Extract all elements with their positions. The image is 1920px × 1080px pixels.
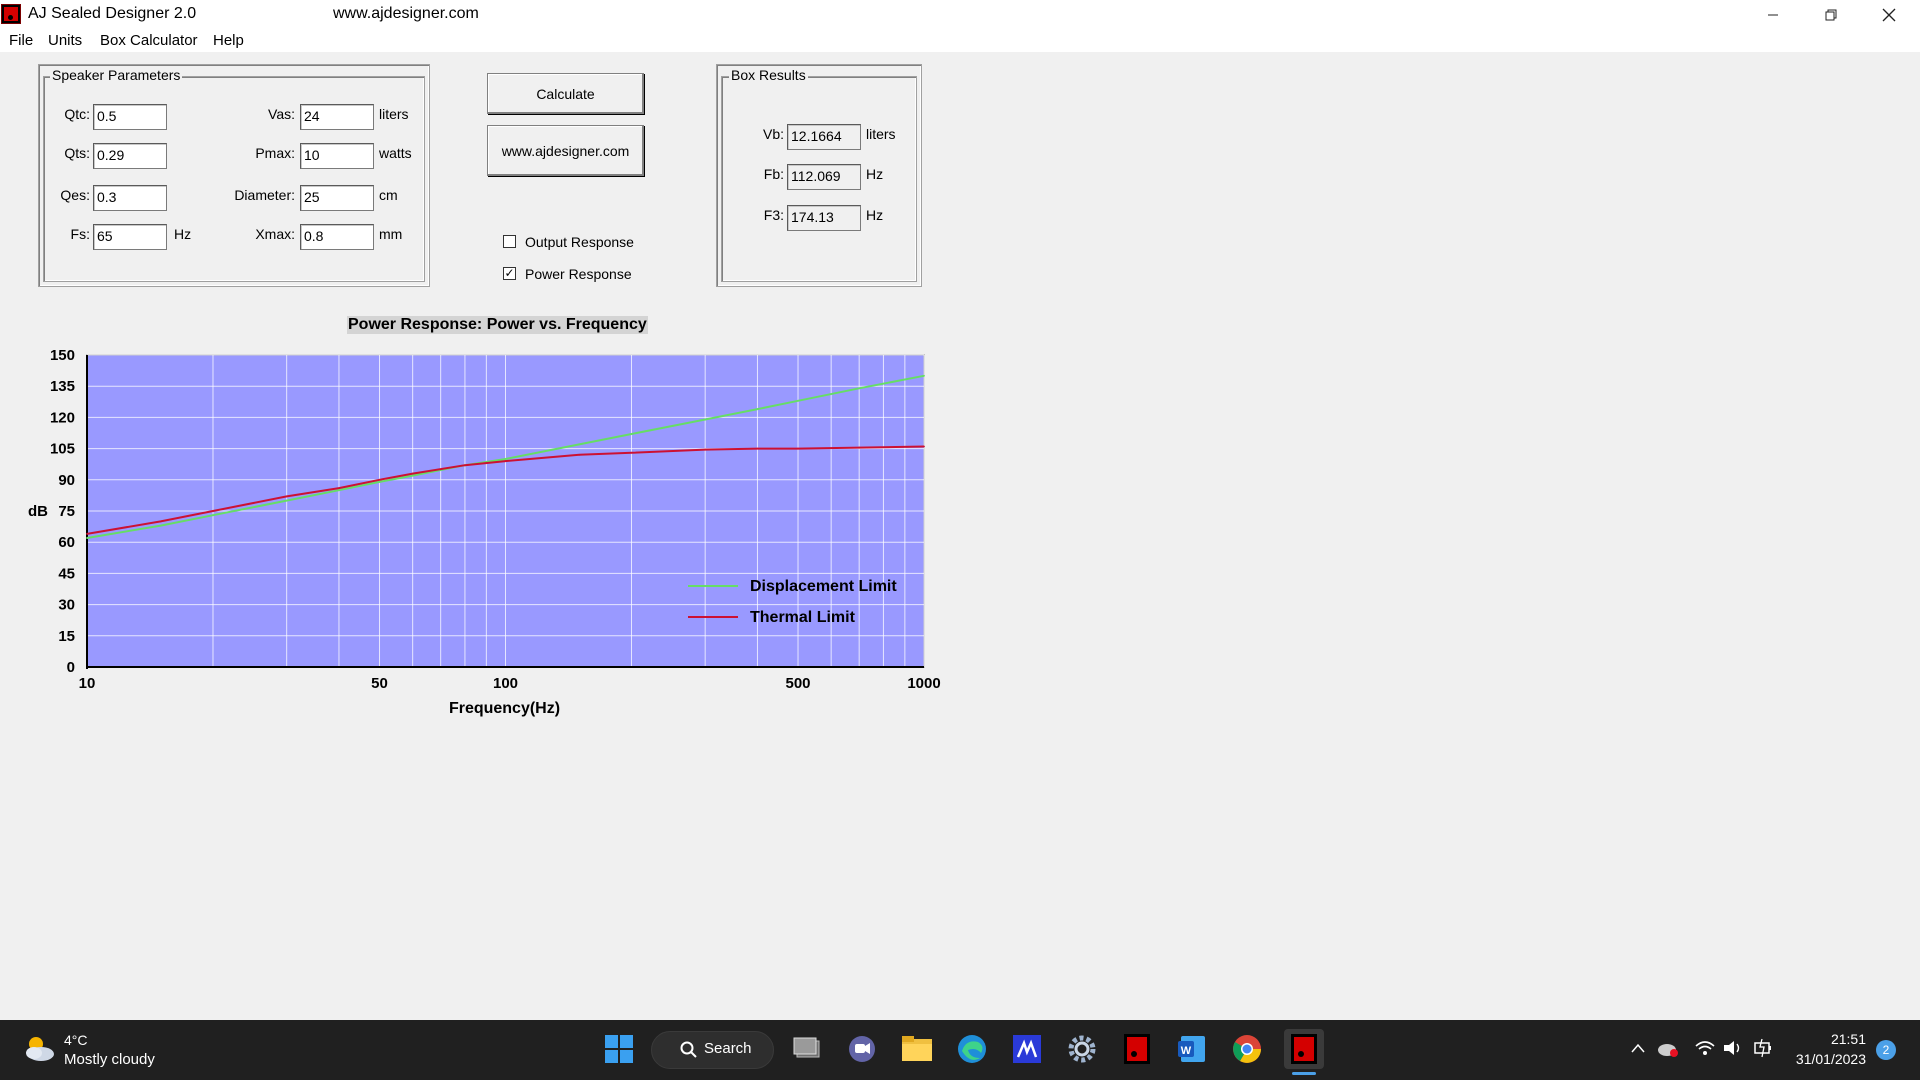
data-point — [378, 478, 381, 481]
data-point — [704, 418, 707, 421]
settings-gear-icon[interactable] — [1065, 1032, 1099, 1066]
chevron-up-icon[interactable] — [1630, 1042, 1646, 1054]
data-point — [378, 480, 381, 483]
y-tick-label: 75 — [58, 503, 75, 520]
x-tick-label: 50 — [371, 675, 388, 692]
clock-time[interactable]: 21:51 — [1786, 1031, 1866, 1047]
data-point — [578, 453, 581, 456]
task-view-icon[interactable] — [791, 1032, 825, 1066]
onedrive-icon[interactable] — [1656, 1039, 1680, 1059]
data-point — [923, 445, 925, 448]
cloudy-weather-icon[interactable] — [22, 1034, 56, 1064]
data-point — [797, 399, 799, 402]
volume-icon[interactable] — [1722, 1039, 1744, 1057]
data-point — [159, 520, 162, 523]
x-tick-label: 10 — [79, 675, 96, 692]
svg-text:W: W — [1181, 1045, 1192, 1057]
data-point — [858, 387, 861, 390]
data-point — [858, 446, 861, 449]
y-tick-label: 135 — [50, 378, 75, 395]
legend-label: Thermal Limit — [750, 609, 856, 626]
data-point — [159, 524, 162, 527]
data-point — [756, 447, 759, 450]
pen-app-icon[interactable] — [1010, 1032, 1044, 1066]
y-tick-label: 15 — [58, 628, 75, 645]
data-point — [504, 460, 507, 462]
data-point — [411, 472, 414, 475]
active-window-indicator — [1292, 1072, 1316, 1075]
search-icon — [680, 1041, 697, 1058]
legend-label: Displacement Limit — [750, 578, 897, 595]
battery-icon[interactable] — [1752, 1037, 1774, 1059]
y-tick-label: 0 — [67, 659, 75, 676]
weather-temperature[interactable]: 4°C — [64, 1032, 88, 1048]
x-tick-label: 1000 — [907, 675, 940, 692]
y-tick-label: 60 — [58, 534, 75, 551]
data-point — [756, 408, 759, 410]
data-point — [338, 489, 340, 492]
data-point — [504, 458, 507, 460]
data-point — [923, 374, 925, 377]
data-point — [212, 514, 214, 517]
data-point — [704, 448, 707, 451]
data-point — [212, 510, 214, 512]
y-tick-label: 45 — [58, 565, 75, 582]
notification-badge[interactable]: 2 — [1876, 1040, 1896, 1060]
y-tick-label: 90 — [58, 472, 75, 489]
weather-description[interactable]: Mostly cloudy — [64, 1051, 155, 1068]
data-point — [86, 532, 88, 535]
data-point — [86, 537, 88, 539]
power-response-chart: 0 15 30 45 60 75 90 105 120 135 150 dB 10 50 100 500 100… — [28, 347, 941, 717]
start-icon[interactable] — [602, 1032, 636, 1066]
file-explorer-icon[interactable] — [900, 1032, 934, 1066]
search-label[interactable]: Search — [704, 1040, 752, 1057]
data-point — [285, 495, 288, 498]
ajdesigner-active-window-icon[interactable] — [1284, 1029, 1324, 1069]
chrome-icon[interactable] — [1230, 1032, 1264, 1066]
teams-chat-icon[interactable] — [845, 1032, 879, 1066]
data-point — [630, 433, 633, 435]
word-icon[interactable]: W — [1175, 1032, 1209, 1066]
y-tick-label: 30 — [58, 597, 75, 614]
wifi-icon[interactable] — [1694, 1039, 1716, 1057]
data-point — [411, 474, 414, 477]
x-tick-label: 100 — [493, 675, 518, 692]
y-tick-label: 120 — [50, 409, 75, 426]
y-tick-label: 150 — [50, 347, 75, 364]
data-point — [285, 499, 288, 502]
data-point — [630, 451, 633, 454]
y-tick-label: 105 — [50, 441, 75, 458]
y-axis-label: dB — [28, 503, 48, 520]
clock-date[interactable]: 31/01/2023 — [1786, 1051, 1866, 1067]
taskbar: 4°C Mostly cloudy Search W 21:51 31/01/2… — [0, 1020, 1920, 1080]
edge-browser-icon[interactable] — [955, 1032, 989, 1066]
ajdesigner-app-icon[interactable] — [1120, 1032, 1154, 1066]
data-point — [797, 447, 799, 450]
data-point — [578, 443, 581, 446]
x-tick-label: 500 — [786, 675, 811, 692]
x-axis-label: Frequency(Hz) — [449, 700, 560, 717]
data-point — [338, 487, 340, 490]
data-point — [464, 464, 466, 467]
